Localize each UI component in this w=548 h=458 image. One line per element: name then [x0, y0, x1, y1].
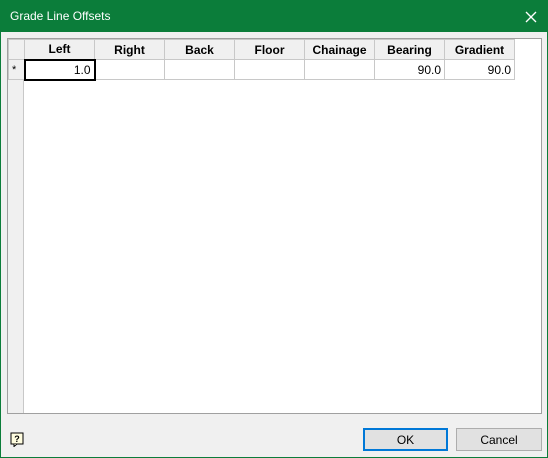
help-icon[interactable]: ? [10, 432, 25, 448]
column-header-left[interactable]: Left [24, 39, 95, 60]
close-button[interactable] [514, 1, 547, 32]
cell-gradient[interactable]: 90.0 [444, 59, 515, 80]
offsets-grid[interactable]: Left Right Back Floor Chainage Bearing G… [7, 38, 542, 414]
svg-text:?: ? [14, 434, 20, 444]
row-marker[interactable]: * [8, 59, 25, 80]
column-header-gradient[interactable]: Gradient [444, 39, 515, 60]
cell-right[interactable] [94, 59, 165, 80]
cell-floor[interactable] [234, 59, 305, 80]
cell-back[interactable] [164, 59, 235, 80]
column-header-floor[interactable]: Floor [234, 39, 305, 60]
offsets-table: Left Right Back Floor Chainage Bearing G… [8, 39, 515, 81]
column-header-bearing[interactable]: Bearing [374, 39, 445, 60]
column-header-right[interactable]: Right [94, 39, 165, 60]
column-header-back[interactable]: Back [164, 39, 235, 60]
ok-button[interactable]: OK [363, 428, 448, 451]
grid-corner[interactable] [8, 39, 25, 60]
column-header-chainage[interactable]: Chainage [304, 39, 375, 60]
table-row: * 1.0 90.0 90.0 [8, 58, 515, 81]
cancel-button[interactable]: Cancel [456, 428, 542, 451]
header-row: Left Right Back Floor Chainage Bearing G… [8, 39, 515, 60]
row-header-column [8, 39, 24, 413]
close-icon [525, 11, 536, 22]
cell-chainage[interactable] [304, 59, 375, 80]
dialog-window: Grade Line Offsets Left Right Back Floor… [0, 0, 548, 458]
cell-bearing[interactable]: 90.0 [374, 59, 445, 80]
title-bar[interactable]: Grade Line Offsets [1, 1, 547, 32]
window-title: Grade Line Offsets [10, 9, 111, 23]
cell-left[interactable]: 1.0 [23, 58, 96, 81]
